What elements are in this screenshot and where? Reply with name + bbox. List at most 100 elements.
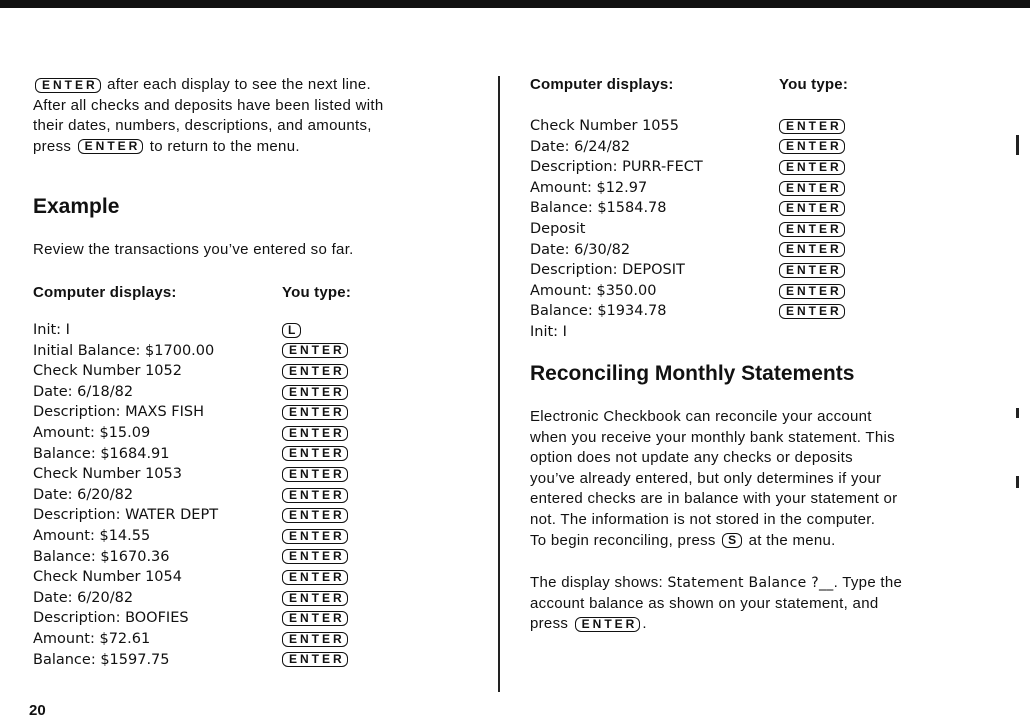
typed-key-row: ENTER (282, 526, 348, 547)
enter-key: ENTER (282, 384, 348, 400)
enter-key: ENTER (77, 139, 144, 155)
example-heading: Example (33, 195, 120, 218)
display-line: Amount: $15.09 (33, 424, 151, 441)
computer-displays-heading: Computer displays: (33, 284, 177, 301)
display-line: Description: MAXS FISH (33, 404, 204, 421)
display-line: Check Number 1052 (33, 363, 182, 380)
display-line: Init: I (33, 322, 70, 338)
enter-key: ENTER (282, 611, 348, 627)
display-line: Date: 6/20/82 (33, 486, 134, 503)
enter-key: ENTER (282, 405, 348, 421)
typed-key-row: ENTER (282, 361, 348, 382)
margin-mark (1016, 135, 1019, 155)
display-line: Description: BOOFIES (33, 610, 189, 627)
display-line: Amount: $72.61 (33, 630, 151, 647)
enter-key: ENTER (779, 242, 845, 258)
display-line: Check Number 1053 (33, 466, 182, 483)
typed-key-row: ENTER (779, 240, 845, 261)
enter-key: ENTER (779, 201, 845, 217)
typed-key-row: ENTER (282, 608, 348, 629)
typed-key-row: L (282, 320, 348, 341)
enter-key: ENTER (282, 549, 348, 565)
column-divider (498, 76, 500, 692)
margin-mark (1016, 408, 1019, 418)
typed-key-row: ENTER (779, 178, 845, 199)
enter-key: ENTER (282, 508, 348, 524)
typed-key-row: ENTER (779, 260, 845, 281)
display-line: Description: PURR-FECT (530, 159, 703, 176)
enter-key: ENTER (282, 446, 348, 462)
display-line: Balance: $1670.36 (33, 548, 170, 565)
enter-key: ENTER (779, 262, 845, 278)
typed-key-row: ENTER (282, 547, 348, 568)
intro-paragraph: ENTER after each display to see the next… (33, 76, 384, 155)
typed-key-row: ENTER (282, 505, 348, 526)
display-line: Check Number 1054 (33, 569, 182, 586)
typed-key-row: ENTER (282, 588, 348, 609)
display-lines-list: Init: I Initial Balance: $1700.00 Check Nu… (33, 320, 218, 670)
typed-key-row: ENTER (282, 567, 348, 588)
enter-key: ENTER (282, 569, 348, 585)
enter-key: ENTER (282, 466, 348, 482)
display-line: Amount: $14.55 (33, 527, 151, 544)
s-key: S (722, 533, 743, 549)
computer-displays-heading: Computer displays: (530, 76, 674, 93)
typed-key-row: ENTER (282, 382, 348, 403)
enter-key: ENTER (282, 528, 348, 544)
you-type-heading: You type: (779, 76, 849, 93)
enter-key: ENTER (779, 180, 845, 196)
typed-key-row: ENTER (282, 650, 348, 671)
display-line: Date: 6/24/82 (530, 138, 631, 155)
display-line: Balance: $1684.91 (33, 445, 170, 462)
enter-key: ENTER (779, 139, 845, 155)
reconciling-heading: Reconciling Monthly Statements (530, 362, 855, 385)
enter-key: ENTER (574, 616, 641, 632)
display-line: Date: 6/20/82 (33, 589, 134, 606)
typed-key-row: ENTER (282, 423, 348, 444)
typed-key-row: ENTER (282, 444, 348, 465)
you-type-heading: You type: (282, 284, 352, 301)
enter-key: ENTER (282, 487, 348, 503)
enter-key: ENTER (779, 283, 845, 299)
display-line: Date: 6/18/82 (33, 383, 134, 400)
review-text: Review the transactions you’ve entered s… (33, 241, 354, 258)
display-line: Deposit (530, 220, 586, 237)
typed-key-row: ENTER (779, 219, 845, 240)
enter-key: ENTER (282, 425, 348, 441)
typed-key-row: ENTER (779, 281, 845, 302)
display-line: Balance: $1934.78 (530, 303, 667, 320)
margin-mark (1016, 476, 1019, 488)
display-line: Balance: $1584.78 (530, 200, 667, 217)
enter-key: ENTER (282, 590, 348, 606)
typed-keys-list: ENTER ENTER ENTER ENTER ENTER ENTER ENTER ENTER… (779, 116, 845, 322)
enter-key: ENTER (282, 363, 348, 379)
typed-key-row: ENTER (779, 198, 845, 219)
display-line: Balance: $1597.75 (33, 651, 170, 668)
display-line: Description: DEPOSIT (530, 262, 685, 279)
enter-key: ENTER (282, 343, 348, 359)
l-key: L (282, 322, 302, 338)
enter-key: ENTER (779, 159, 845, 175)
enter-key: ENTER (779, 118, 845, 134)
enter-key: ENTER (282, 652, 348, 668)
display-line: Description: WATER DEPT (33, 507, 219, 524)
page-number: 20 (29, 702, 46, 719)
typed-keys-list: L ENTER ENTER ENTER ENTER ENTER ENTER ENTER ENTE… (282, 320, 348, 670)
display-line: Initial Balance: $1700.00 (33, 342, 215, 359)
enter-key: ENTER (282, 631, 348, 647)
enter-key: ENTER (779, 304, 845, 320)
enter-key: ENTER (779, 221, 845, 237)
typed-key-row: ENTER (282, 485, 348, 506)
display-lines-list: Check Number 1055 Date: 6/24/82 Descriptio… (530, 116, 703, 343)
typed-key-row: ENTER (282, 402, 348, 423)
typed-key-row: ENTER (282, 464, 348, 485)
top-border (0, 0, 1030, 8)
typed-key-row: ENTER (282, 629, 348, 650)
typed-key-row: ENTER (779, 157, 845, 178)
reconcile-paragraph: Electronic Checkbook can reconcile your … (530, 408, 898, 549)
display-line: Amount: $12.97 (530, 179, 648, 196)
statement-balance-prompt: Statement Balance ?__ (667, 575, 834, 591)
display-shows-paragraph: The display shows: Statement Balance ?__… (530, 574, 903, 633)
display-line: Date: 6/30/82 (530, 241, 631, 258)
enter-key: ENTER (35, 77, 101, 93)
